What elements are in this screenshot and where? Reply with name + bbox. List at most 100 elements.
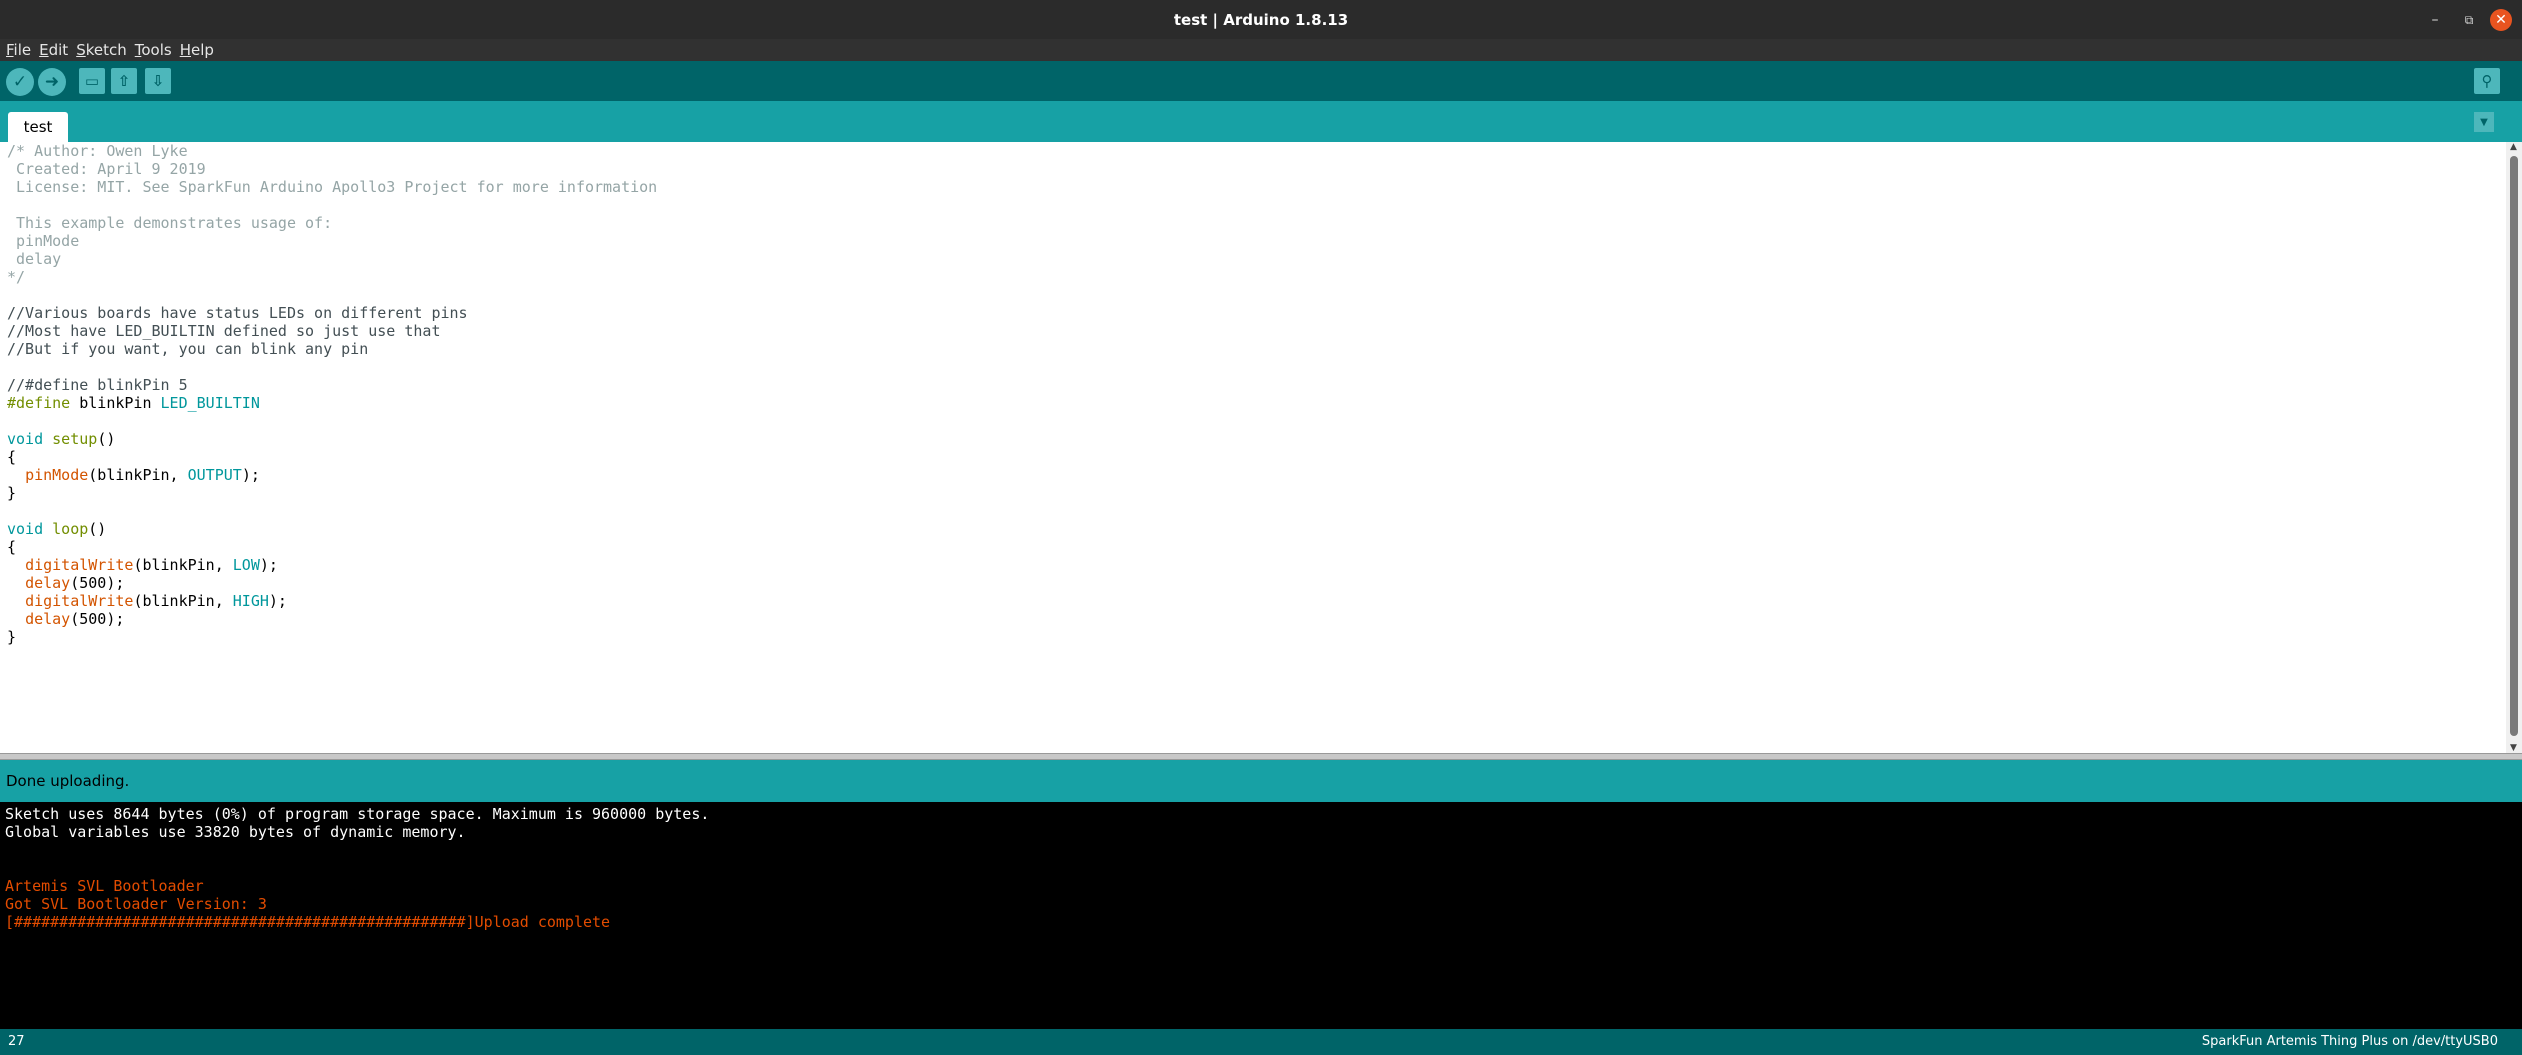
code-line: Created: April 9 2019 bbox=[7, 160, 657, 178]
code-token: Created: April 9 2019 bbox=[7, 160, 206, 178]
tab-menu-button[interactable]: ▼ bbox=[2474, 112, 2494, 132]
code-token: (blinkPin, bbox=[88, 466, 188, 484]
code-token: { bbox=[7, 538, 17, 556]
upload-button[interactable]: ➜ bbox=[38, 68, 66, 96]
code-line: pinMode bbox=[7, 232, 657, 250]
code-token: #define bbox=[7, 394, 71, 412]
code-token: HIGH bbox=[232, 592, 269, 610]
save-arrow-down-icon: ⇩ bbox=[151, 72, 165, 90]
code-line: #define blinkPin LED_BUILTIN bbox=[7, 394, 657, 412]
code-token: void bbox=[7, 430, 44, 448]
code-token: OUTPUT bbox=[187, 466, 242, 484]
console-line: Artemis SVL Bootloader bbox=[5, 877, 204, 895]
split-divider[interactable] bbox=[0, 753, 2522, 760]
menu-bar: File Edit Sketch Tools Help bbox=[0, 39, 2522, 61]
code-token: digitalWrite bbox=[25, 556, 134, 574]
code-token: ); bbox=[268, 592, 287, 610]
code-token: //#define blinkPin 5 bbox=[7, 376, 188, 394]
code-token: loop bbox=[52, 520, 89, 538]
code-token: void bbox=[7, 520, 44, 538]
magnifier-icon: ⚲ bbox=[2481, 72, 2493, 90]
code-token: ); bbox=[241, 466, 260, 484]
code-token: delay bbox=[25, 610, 71, 628]
code-token: This example demonstrates usage of: bbox=[7, 214, 333, 232]
code-token: /* Author: Owen Lyke bbox=[7, 142, 188, 160]
save-button[interactable]: ⇩ bbox=[145, 68, 171, 94]
menu-help[interactable]: Help bbox=[180, 41, 214, 59]
code-token: LOW bbox=[232, 556, 260, 574]
footer-bar: 27 SparkFun Artemis Thing Plus on /dev/t… bbox=[0, 1029, 2522, 1055]
status-strip: Done uploading. bbox=[0, 760, 2522, 802]
code-line: delay(500); bbox=[7, 610, 657, 628]
code-line: digitalWrite(blinkPin, LOW); bbox=[7, 556, 657, 574]
line-number: 27 bbox=[8, 1034, 25, 1049]
menu-edit[interactable]: Edit bbox=[39, 41, 68, 59]
code-editor[interactable]: /* Author: Owen Lyke Created: April 9 20… bbox=[0, 142, 2506, 753]
code-line: */ bbox=[7, 268, 657, 286]
tab-test[interactable]: test bbox=[8, 112, 68, 142]
code-line: } bbox=[7, 484, 657, 502]
code-token: (500); bbox=[70, 610, 125, 628]
console-line: Got SVL Bootloader Version: 3 bbox=[5, 895, 267, 913]
window-title: test | Arduino 1.8.13 bbox=[1173, 10, 1349, 29]
minimize-icon[interactable]: – bbox=[2424, 9, 2446, 31]
tab-bar: test ▼ bbox=[0, 101, 2522, 142]
code-token: () bbox=[97, 430, 116, 448]
scroll-up-icon[interactable]: ▲ bbox=[2510, 142, 2517, 152]
code-token: } bbox=[7, 484, 17, 502]
open-button[interactable]: ⇧ bbox=[111, 68, 137, 94]
toolbar: ✓ ➜ ▭ ⇧ ⇩ ⚲ bbox=[0, 61, 2522, 101]
code-line: //Most have LED_BUILTIN defined so just … bbox=[7, 322, 657, 340]
open-arrow-up-icon: ⇧ bbox=[117, 72, 131, 90]
new-button[interactable]: ▭ bbox=[79, 68, 105, 94]
console-line: [#######################################… bbox=[5, 913, 611, 931]
status-message: Done uploading. bbox=[6, 772, 130, 790]
code-token: (500); bbox=[70, 574, 125, 592]
menu-sketch[interactable]: Sketch bbox=[76, 41, 127, 59]
code-line: } bbox=[7, 628, 657, 646]
code-token: (blinkPin, bbox=[133, 592, 233, 610]
code-token: pinMode bbox=[7, 232, 80, 250]
code-line: { bbox=[7, 538, 657, 556]
serial-monitor-button[interactable]: ⚲ bbox=[2474, 68, 2500, 94]
verify-button[interactable]: ✓ bbox=[6, 68, 34, 96]
code-token: () bbox=[88, 520, 107, 538]
menu-file[interactable]: File bbox=[6, 41, 31, 59]
code-line: void loop() bbox=[7, 520, 657, 538]
scroll-down-icon[interactable]: ▼ bbox=[2510, 743, 2517, 753]
code-line: digitalWrite(blinkPin, HIGH); bbox=[7, 592, 657, 610]
code-token: (blinkPin, bbox=[133, 556, 233, 574]
new-file-icon: ▭ bbox=[84, 72, 100, 90]
menu-tools[interactable]: Tools bbox=[135, 41, 172, 59]
code-token: //Most have LED_BUILTIN defined so just … bbox=[7, 322, 441, 340]
code-token: } bbox=[7, 628, 17, 646]
code-text: /* Author: Owen Lyke Created: April 9 20… bbox=[7, 142, 657, 646]
code-token: //Various boards have status LEDs on dif… bbox=[7, 304, 468, 322]
scrollbar-thumb[interactable] bbox=[2510, 156, 2518, 736]
code-line: //But if you want, you can blink any pin bbox=[7, 340, 657, 358]
code-token: License: MIT. See SparkFun Arduino Apoll… bbox=[7, 178, 658, 196]
code-line: //Various boards have status LEDs on dif… bbox=[7, 304, 657, 322]
right-arrow-icon: ➜ bbox=[44, 72, 60, 92]
code-token: LED_BUILTIN bbox=[160, 394, 260, 412]
code-token: //But if you want, you can blink any pin bbox=[7, 340, 369, 358]
code-token: ); bbox=[259, 556, 278, 574]
code-line: License: MIT. See SparkFun Arduino Apoll… bbox=[7, 178, 657, 196]
close-icon[interactable]: ✕ bbox=[2490, 9, 2512, 31]
code-line: delay(500); bbox=[7, 574, 657, 592]
console-output[interactable]: Sketch uses 8644 bytes (0%) of program s… bbox=[0, 802, 2522, 1029]
maximize-icon[interactable]: ⧉ bbox=[2458, 9, 2480, 31]
chevron-down-icon: ▼ bbox=[2480, 116, 2488, 128]
code-line: void setup() bbox=[7, 430, 657, 448]
checkmark-icon: ✓ bbox=[12, 72, 28, 92]
board-port-label: SparkFun Artemis Thing Plus on /dev/ttyU… bbox=[2201, 1034, 2498, 1049]
editor-scrollbar[interactable]: ▲ ▼ bbox=[2506, 142, 2522, 753]
